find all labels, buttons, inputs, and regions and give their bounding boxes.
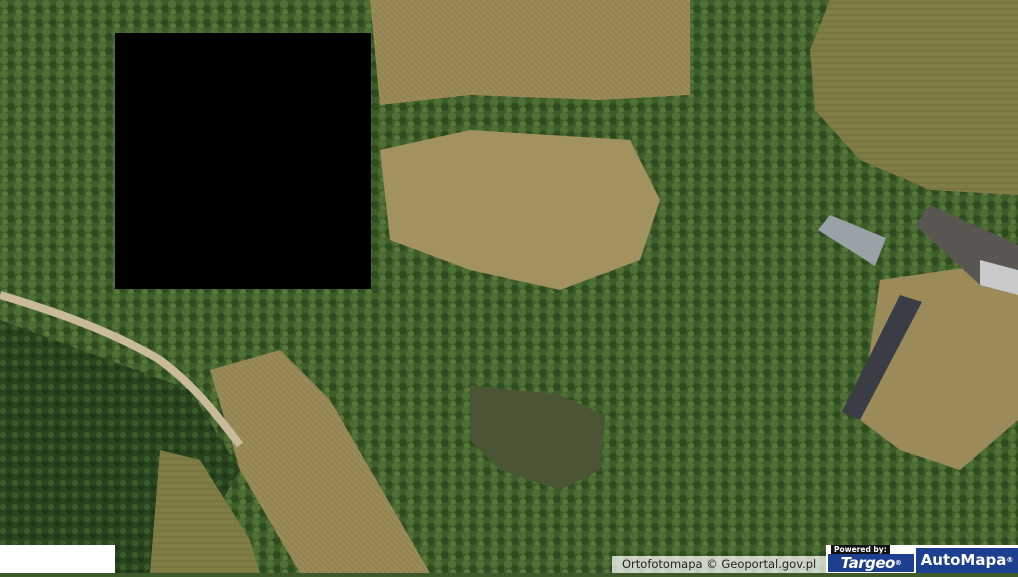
orthophoto-map[interactable] (0, 0, 1018, 573)
field-north (370, 0, 690, 105)
automapa-registered-mark: ® (1006, 556, 1014, 564)
provider-logos[interactable]: Powered by: Targeo® AutoMapa® (826, 545, 1018, 573)
targeo-registered-mark: ® (894, 559, 902, 567)
blank-panel (0, 545, 115, 573)
automapa-text: AutoMapa (920, 551, 1007, 569)
targeo-logo[interactable]: Targeo® (828, 554, 914, 572)
automapa-logo[interactable]: AutoMapa® (916, 548, 1018, 573)
map-attribution[interactable]: Ortofotomapa © Geoportal.gov.pl (612, 556, 826, 573)
redaction-box (115, 33, 371, 289)
targeo-text: Targeo (840, 554, 896, 572)
